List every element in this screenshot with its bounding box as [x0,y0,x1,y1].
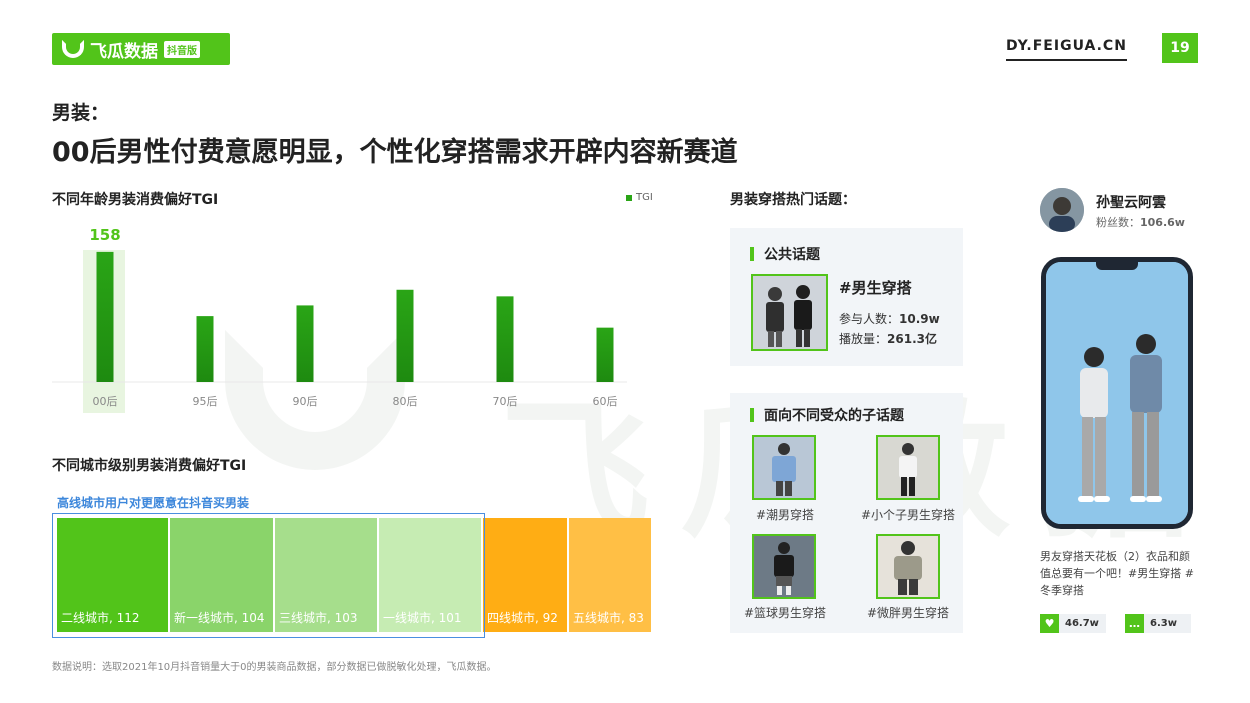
people-photo-icon [878,437,938,498]
x-tick-label: 80后 [393,395,418,408]
x-tick-label: 60后 [593,395,618,408]
avatar[interactable] [1040,188,1084,232]
influencer-name[interactable]: 孙聖云阿雲 [1096,192,1166,212]
age-chart-title: 不同年龄男装消费偏好TGI [52,192,219,208]
page-title: 00后男性付费意愿明显，个性化穿搭需求开辟内容新赛道 [52,137,738,168]
logo-melon-icon [62,40,84,58]
sub-topic-label-4[interactable]: #微胖男生穿搭 [843,604,973,621]
x-tick-label: 95后 [193,395,218,408]
public-topic-thumbnail[interactable] [751,274,828,351]
legend-swatch [626,194,632,201]
people-photo-icon [754,437,814,498]
chart-legend: TGI [626,192,653,203]
city-chart-title: 不同城市级别男装消费偏好TGI [52,458,247,474]
public-topic-heading-label: 公共话题 [764,247,820,263]
data-label: 158 [89,226,120,244]
treemap-tile: 五线城市, 83 [569,518,651,632]
phone-notch [1096,262,1138,270]
heading-accent-bar [750,408,754,422]
sub-topic-thumbnail-3[interactable] [752,534,816,599]
likes-count: 46.7w [1065,618,1099,629]
influencer-fans: 粉丝数：106.6w [1096,214,1185,230]
video-frame-people-icon [1046,262,1188,524]
age-tgi-bar-chart: 00后 95后 90后 80后 70后 60后 158 [52,226,627,413]
people-photo-icon [754,536,814,597]
high-tier-highlight-box [52,513,485,638]
brand-logo: 飞瓜数据 抖音版 [52,33,230,65]
sub-topic-thumbnail-1[interactable] [752,435,816,500]
fans-label: 粉丝数： [1096,216,1140,229]
bar-70后 [496,296,514,382]
treemap-tile-label: 五线城市, 83 [573,611,644,625]
x-tick-label: 00后 [93,395,118,408]
people-photo-icon [753,276,826,349]
section-subtitle: 男装： [52,102,110,124]
treemap-tile-label: 四线城市, 92 [487,611,558,625]
participants-stat: 参与人数：10.9w [839,310,940,327]
sub-topic-label-3[interactable]: #篮球男生穿搭 [720,604,850,621]
bar-60后 [596,327,614,382]
topics-title: 男装穿搭热门话题： [730,192,856,208]
bar-95后 [196,316,214,382]
heading-accent-bar [750,247,754,261]
sub-topic-thumbnail-4[interactable] [876,534,940,599]
sub-topic-label-1[interactable]: #潮男穿搭 [720,506,850,523]
x-tick-label: 90后 [293,395,318,408]
bar-90后 [296,305,314,382]
participants-value: 10.9w [899,312,940,326]
x-tick-label: 70后 [493,395,518,408]
avatar-photo-icon [1040,188,1084,232]
sub-topic-heading-label: 面向不同受众的子话题 [764,408,904,424]
brand-name: 飞瓜数据 [90,41,158,62]
plays-value: 261.3亿 [887,332,937,346]
page-number: 19 [1162,33,1198,63]
fans-value: 106.6w [1140,216,1185,229]
bar-00后 [96,251,114,382]
treemap-tile: 四线城市, 92 [483,518,567,632]
comments-count: 6.3w [1150,618,1177,629]
city-chart-note: 高线城市用户对更愿意在抖音买男装 [57,496,250,510]
public-topic-name[interactable]: #男生穿搭 [839,277,912,298]
sub-topic-thumbnail-2[interactable] [876,435,940,500]
sub-topic-heading: 面向不同受众的子话题 [750,405,904,425]
plays-stat: 播放量：261.3亿 [839,330,937,347]
bar-80后 [396,289,414,382]
brand-tag: 抖音版 [164,40,200,58]
participants-label: 参与人数： [839,312,900,326]
video-caption: 男友穿搭天花板（2）衣品和颜值总要有一个吧！#男生穿搭 #冬季穿搭 [1040,550,1194,597]
comments-chip[interactable]: … 6.3w [1125,614,1191,633]
data-footnote: 数据说明：选取2021年10月抖音销量大于0的男装商品数据，部分数据已做脱敏化处… [52,662,497,673]
likes-chip[interactable]: ♥ 46.7w [1040,614,1106,633]
public-topic-heading: 公共话题 [750,244,820,264]
comment-icon: … [1125,614,1144,633]
site-url[interactable]: DY.FEIGUA.CN [1006,38,1127,61]
plays-label: 播放量： [839,332,888,346]
legend-label: TGI [636,192,653,203]
video-preview-phone[interactable] [1041,257,1193,529]
heart-icon: ♥ [1040,614,1059,633]
sub-topic-label-2[interactable]: #小个子男生穿搭 [843,506,973,523]
people-photo-icon [878,536,938,597]
